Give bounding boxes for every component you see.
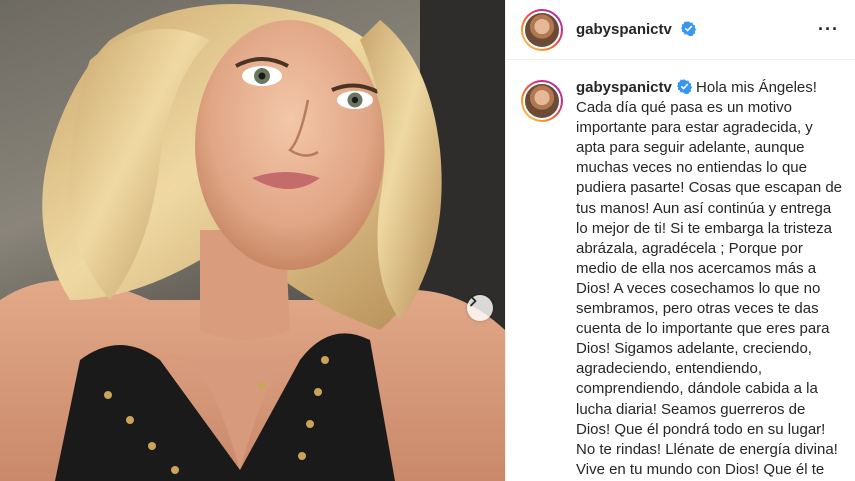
- post-photo[interactable]: [0, 0, 505, 481]
- selfie-illustration: [0, 0, 505, 481]
- caption-verified-badge-icon: [676, 79, 692, 94]
- caption-username[interactable]: gabyspanictv: [576, 79, 672, 96]
- instagram-post: gabyspanictv ··· gabyspanictv Hola mis Á…: [0, 0, 855, 481]
- caption-text-block: gabyspanictv Hola mis Ángeles! Cada día …: [576, 78, 843, 480]
- avatar[interactable]: [521, 8, 563, 51]
- caption-avatar-image: [523, 82, 561, 120]
- header-username[interactable]: gabyspanictv: [576, 21, 697, 38]
- chevron-right-icon: [470, 295, 477, 307]
- verified-badge-icon: [681, 21, 697, 36]
- next-photo-button[interactable]: [467, 295, 493, 321]
- caption-avatar[interactable]: [521, 80, 563, 122]
- more-horizontal-icon[interactable]: ···: [818, 19, 839, 40]
- header-username-text[interactable]: gabyspanictv: [576, 21, 672, 38]
- caption-section: gabyspanictv Hola mis Ángeles! Cada día …: [506, 60, 855, 480]
- post-header: gabyspanictv ···: [506, 0, 855, 60]
- caption-body: Hola mis Ángeles! Cada día qué pasa es u…: [576, 79, 843, 478]
- post-sidebar: gabyspanictv ··· gabyspanictv Hola mis Á…: [505, 0, 855, 481]
- avatar-image: [523, 10, 561, 49]
